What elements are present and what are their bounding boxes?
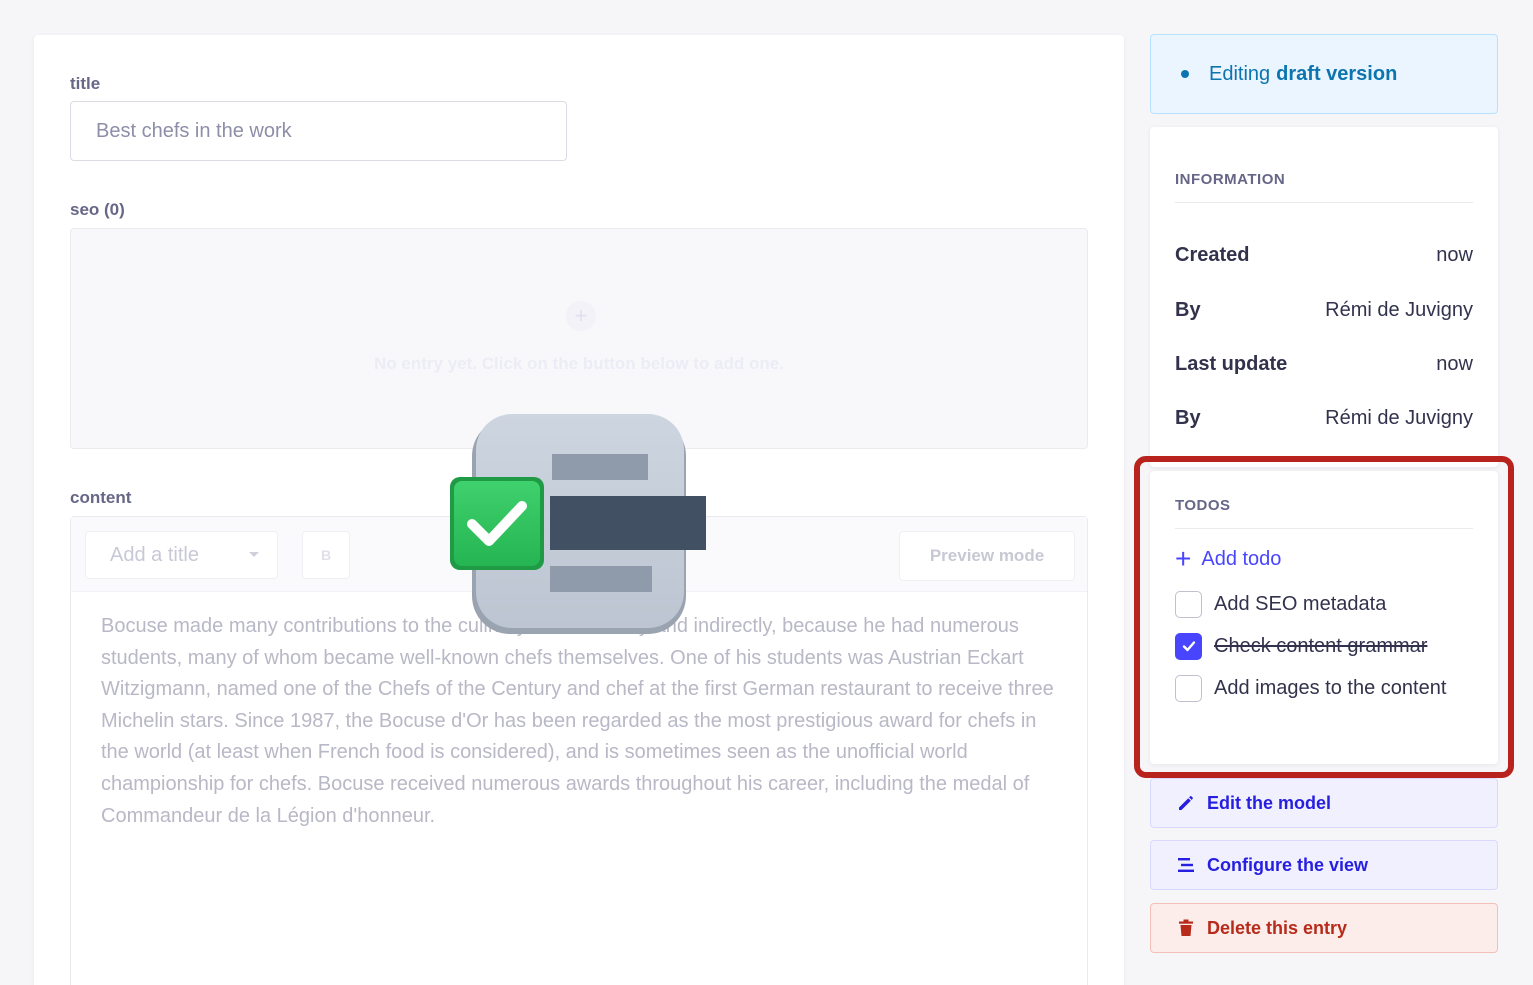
caret-down-icon bbox=[249, 552, 259, 557]
seo-empty-text: No entry yet. Click on the button below … bbox=[374, 354, 784, 373]
editor-content-text[interactable]: Bocuse made many contributions to the cu… bbox=[101, 611, 1066, 832]
heading-select[interactable]: Add a title bbox=[85, 531, 278, 579]
delete-entry-button[interactable]: Delete this entry bbox=[1150, 903, 1498, 953]
info-row-created: Created now bbox=[1175, 240, 1473, 270]
pencil-icon bbox=[1175, 792, 1197, 814]
configure-view-button[interactable]: Configure the view bbox=[1150, 840, 1498, 890]
title-input[interactable]: Best chefs in the work bbox=[70, 101, 567, 161]
status-prefix: Editing bbox=[1209, 62, 1271, 85]
content-field-label: content bbox=[70, 488, 132, 507]
info-row-created-by: By Rémi de Juvigny bbox=[1175, 295, 1473, 325]
info-row-updated-by: By Rémi de Juvigny bbox=[1175, 403, 1473, 433]
trash-icon bbox=[1175, 917, 1197, 939]
seo-field-label: seo (0) bbox=[70, 200, 125, 219]
status-dot-icon bbox=[1181, 70, 1189, 78]
list-settings-icon bbox=[1175, 854, 1197, 876]
draft-status-banner: Editing draft version bbox=[1150, 34, 1498, 114]
info-value: Rémi de Juvigny bbox=[1325, 298, 1473, 321]
info-value: now bbox=[1436, 352, 1473, 375]
checklist-illustration-icon bbox=[450, 414, 706, 634]
configure-view-label: Configure the view bbox=[1207, 854, 1369, 875]
info-key: Created bbox=[1175, 243, 1250, 266]
information-title: INFORMATION bbox=[1175, 171, 1286, 188]
bold-button[interactable]: B bbox=[302, 531, 350, 579]
edit-model-button[interactable]: Edit the model bbox=[1150, 778, 1498, 828]
edit-model-label: Edit the model bbox=[1207, 792, 1332, 813]
info-key: Last update bbox=[1175, 352, 1288, 375]
information-panel: INFORMATION Created now By Rémi de Juvig… bbox=[1150, 127, 1498, 467]
info-value: Rémi de Juvigny bbox=[1325, 406, 1473, 429]
info-key: By bbox=[1175, 406, 1201, 429]
todos-highlight-frame bbox=[1134, 456, 1514, 778]
status-strong: draft version bbox=[1276, 62, 1398, 85]
information-divider bbox=[1175, 202, 1473, 203]
info-row-last-update: Last update now bbox=[1175, 349, 1473, 379]
info-key: By bbox=[1175, 298, 1201, 321]
title-field-label: title bbox=[70, 74, 101, 93]
info-value: now bbox=[1436, 243, 1473, 266]
add-seo-entry-icon[interactable]: + bbox=[566, 301, 596, 331]
delete-entry-label: Delete this entry bbox=[1207, 917, 1348, 938]
preview-mode-button[interactable]: Preview mode bbox=[899, 531, 1075, 581]
heading-select-label: Add a title bbox=[110, 543, 199, 566]
